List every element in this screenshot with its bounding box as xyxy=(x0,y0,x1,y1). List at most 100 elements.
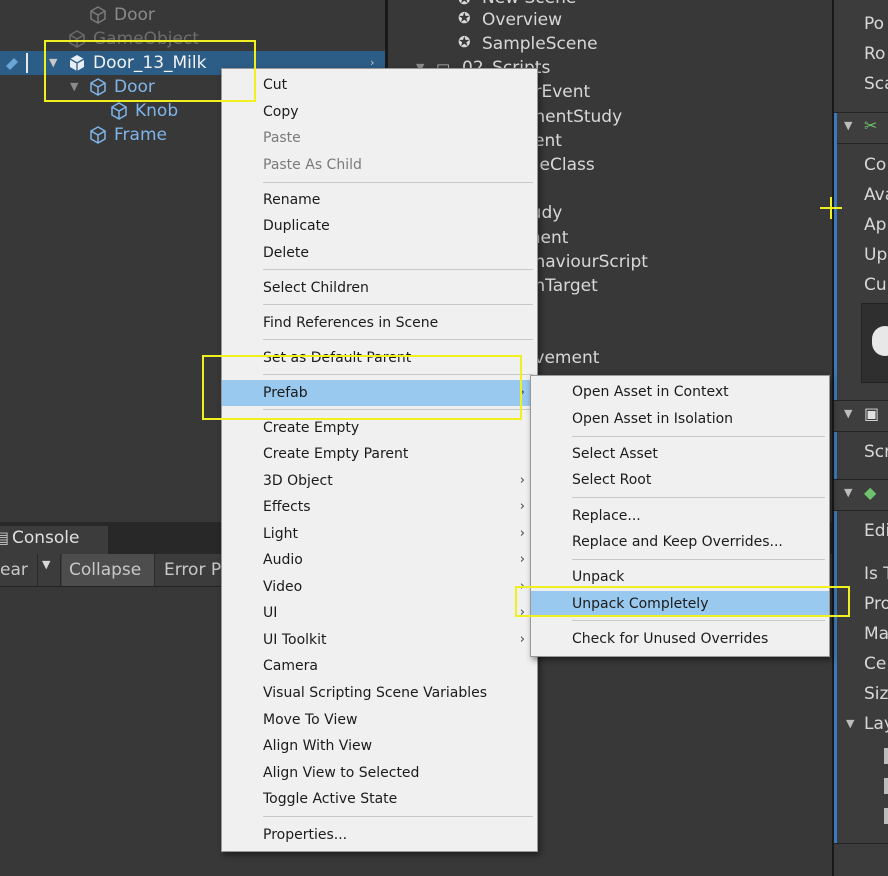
inspector-label: Scr xyxy=(864,442,888,462)
prefab-icon xyxy=(90,126,106,144)
menu-item-effects[interactable]: Effects › xyxy=(222,494,537,520)
menu-item-camera[interactable]: Camera xyxy=(222,653,537,679)
unity-scene-icon: ✪ xyxy=(458,33,471,51)
prefab-icon xyxy=(111,102,127,120)
component-header[interactable]: ▼ ◆ xyxy=(834,479,888,511)
menu-item-label: UI Toolkit xyxy=(263,632,327,648)
menu-item-label: Move To View xyxy=(263,712,358,728)
menu-item-label: Replace... xyxy=(572,508,641,524)
menu-item-align-with-view[interactable]: Align With View xyxy=(222,733,537,759)
menu-item-label: 3D Object xyxy=(263,473,333,489)
error-pause-toggle[interactable]: Error P xyxy=(158,554,227,586)
menu-item-properties[interactable]: Properties... xyxy=(222,822,537,848)
scene-visibility-icon[interactable] xyxy=(4,54,24,72)
crosshair-cursor-icon xyxy=(830,197,832,219)
expand-arrow-icon[interactable]: ▼ xyxy=(844,486,852,499)
expand-arrow-icon[interactable]: ▼ xyxy=(846,717,854,730)
component-header[interactable]: ▼ ▣ xyxy=(834,400,888,432)
menu-item-rename[interactable]: Rename xyxy=(222,187,537,213)
menu-item-label: Cut xyxy=(263,77,288,93)
menu-item-check-unused-overrides[interactable]: Check for Unused Overrides xyxy=(531,626,829,652)
menu-item-label: UI xyxy=(263,605,278,621)
menu-item-paste[interactable]: Paste xyxy=(222,125,537,151)
project-item-label: SampleScene xyxy=(482,34,598,54)
menu-item-label: Find References in Scene xyxy=(263,315,439,331)
inspector-label: Sca xyxy=(864,74,888,94)
menu-separator xyxy=(572,497,825,498)
project-item-label[interactable]: ehaviourScript xyxy=(524,250,648,274)
annotation-box-unpack-completely xyxy=(515,586,850,617)
clear-options-dropdown[interactable]: ▼ xyxy=(37,554,61,586)
menu-item-delete[interactable]: Delete xyxy=(222,240,537,266)
inspector-label: Pro xyxy=(864,594,888,614)
preview-box xyxy=(861,303,888,383)
menu-item-select-root[interactable]: Select Root xyxy=(531,467,829,493)
inspector-label: Ava xyxy=(864,185,888,205)
menu-item-create-empty-parent[interactable]: Create Empty Parent xyxy=(222,441,537,467)
inspector-label: Ce xyxy=(864,654,887,674)
menu-item-label: Video xyxy=(263,579,303,595)
unity-scene-icon: ✪ xyxy=(458,0,471,8)
expand-arrow-icon[interactable]: ▼ xyxy=(844,407,852,420)
menu-item-label: Open Asset in Isolation xyxy=(572,411,734,427)
menu-item-label: Toggle Active State xyxy=(263,791,398,807)
collider-icon: ◆ xyxy=(864,483,877,502)
inspector-label: Is T xyxy=(864,564,888,584)
menu-item-toggle-active-state[interactable]: Toggle Active State xyxy=(222,786,537,812)
inspector-label: Ap xyxy=(864,215,887,235)
menu-item-light[interactable]: Light › xyxy=(222,521,537,547)
menu-separator xyxy=(572,620,825,621)
menu-item-label: Select Root xyxy=(572,472,652,488)
hierarchy-item-door-faded[interactable]: Door xyxy=(0,3,385,27)
collapse-label: Collapse xyxy=(69,560,142,580)
expand-arrow-icon[interactable]: ▼ xyxy=(844,119,852,132)
menu-item-cut[interactable]: Cut xyxy=(222,72,537,98)
menu-item-label: Open Asset in Context xyxy=(572,384,729,400)
context-menu: Cut Copy Paste Paste As Child Rename Dup… xyxy=(221,68,538,852)
menu-item-open-asset-in-context[interactable]: Open Asset in Context xyxy=(531,379,829,405)
menu-item-ui[interactable]: UI › xyxy=(222,600,537,626)
menu-item-label: Align View to Selected xyxy=(263,765,420,781)
menu-item-select-asset[interactable]: Select Asset xyxy=(531,441,829,467)
menu-item-copy[interactable]: Copy xyxy=(222,99,537,125)
inspector-label: Siz xyxy=(864,684,888,704)
menu-item-open-asset-in-isolation[interactable]: Open Asset in Isolation xyxy=(531,406,829,432)
menu-item-ui-toolkit[interactable]: UI Toolkit › xyxy=(222,627,537,653)
menu-item-audio[interactable]: Audio › xyxy=(222,547,537,573)
collapse-toggle[interactable]: Collapse xyxy=(62,554,155,586)
hierarchy-item-label: Knob xyxy=(135,101,179,121)
menu-item-video[interactable]: Video › xyxy=(222,574,537,600)
chevron-right-icon: › xyxy=(519,473,525,488)
menu-separator xyxy=(572,559,825,560)
menu-item-label: Camera xyxy=(263,658,318,674)
chevron-right-icon: › xyxy=(519,632,525,647)
menu-separator xyxy=(263,182,533,183)
menu-item-select-children[interactable]: Select Children xyxy=(222,275,537,301)
inspector-label: Ro xyxy=(864,44,886,64)
menu-item-replace[interactable]: Replace... xyxy=(531,503,829,529)
field-marker xyxy=(884,748,888,764)
menu-item-label: Rename xyxy=(263,192,321,208)
inspector-label: Edi xyxy=(864,521,888,541)
inspector-label: Ma xyxy=(864,624,888,644)
menu-item-move-to-view[interactable]: Move To View xyxy=(222,707,537,733)
menu-item-find-references[interactable]: Find References in Scene xyxy=(222,310,537,336)
avatar-icon xyxy=(872,326,888,356)
clear-button[interactable]: ear xyxy=(0,554,34,586)
menu-separator xyxy=(263,339,533,340)
project-item-label[interactable]: onentStudy xyxy=(524,105,622,129)
inspector-label: Cu xyxy=(864,275,887,295)
tab-console[interactable]: ▤ Console xyxy=(0,526,108,554)
menu-item-align-view-to-selected[interactable]: Align View to Selected xyxy=(222,760,537,786)
menu-item-replace-and-keep-overrides[interactable]: Replace and Keep Overrides... xyxy=(531,529,829,555)
component-header[interactable]: ▼ ✂ xyxy=(834,112,888,144)
menu-item-3d-object[interactable]: 3D Object › xyxy=(222,468,537,494)
menu-separator xyxy=(263,816,533,817)
menu-item-duplicate[interactable]: Duplicate xyxy=(222,213,537,239)
tab-console-label: Console xyxy=(12,528,80,548)
menu-item-paste-as-child[interactable]: Paste As Child xyxy=(222,152,537,178)
menu-item-label: Replace and Keep Overrides... xyxy=(572,534,783,550)
menu-item-visual-scripting-scene-variables[interactable]: Visual Scripting Scene Variables xyxy=(222,680,537,706)
inspector-label: Up xyxy=(864,245,888,265)
animator-icon: ✂ xyxy=(864,116,878,135)
